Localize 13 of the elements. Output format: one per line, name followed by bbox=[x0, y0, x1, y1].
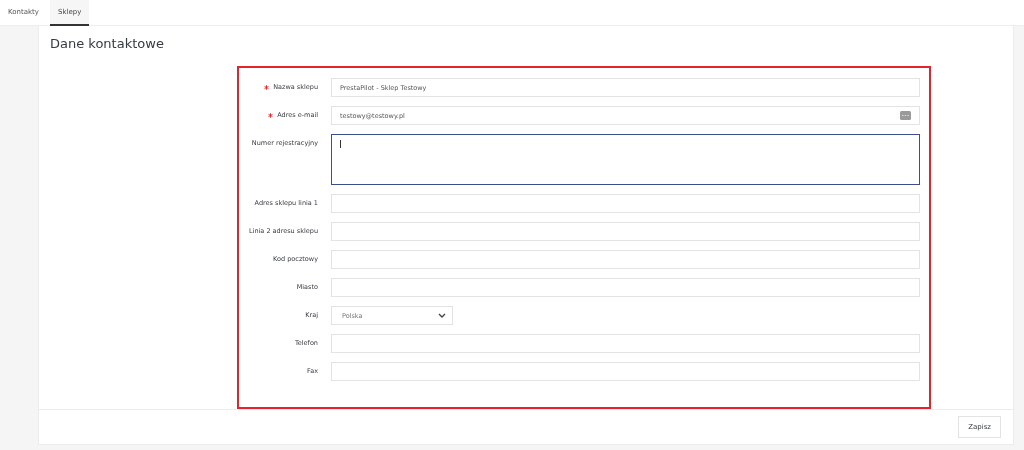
input-field[interactable] bbox=[331, 222, 920, 242]
keyboard-icon bbox=[900, 111, 911, 121]
input-field[interactable] bbox=[331, 250, 920, 270]
input-field[interactable] bbox=[331, 334, 920, 354]
chevron-down-icon bbox=[438, 313, 446, 319]
input-field[interactable] bbox=[331, 362, 920, 382]
input-field[interactable] bbox=[331, 194, 920, 214]
text-area[interactable] bbox=[331, 134, 920, 186]
section-title: Dane kontaktowe bbox=[49, 35, 165, 53]
input-field[interactable] bbox=[331, 278, 920, 298]
required-icon bbox=[264, 84, 270, 90]
text-cursor bbox=[340, 140, 341, 149]
required-icon bbox=[268, 112, 274, 118]
